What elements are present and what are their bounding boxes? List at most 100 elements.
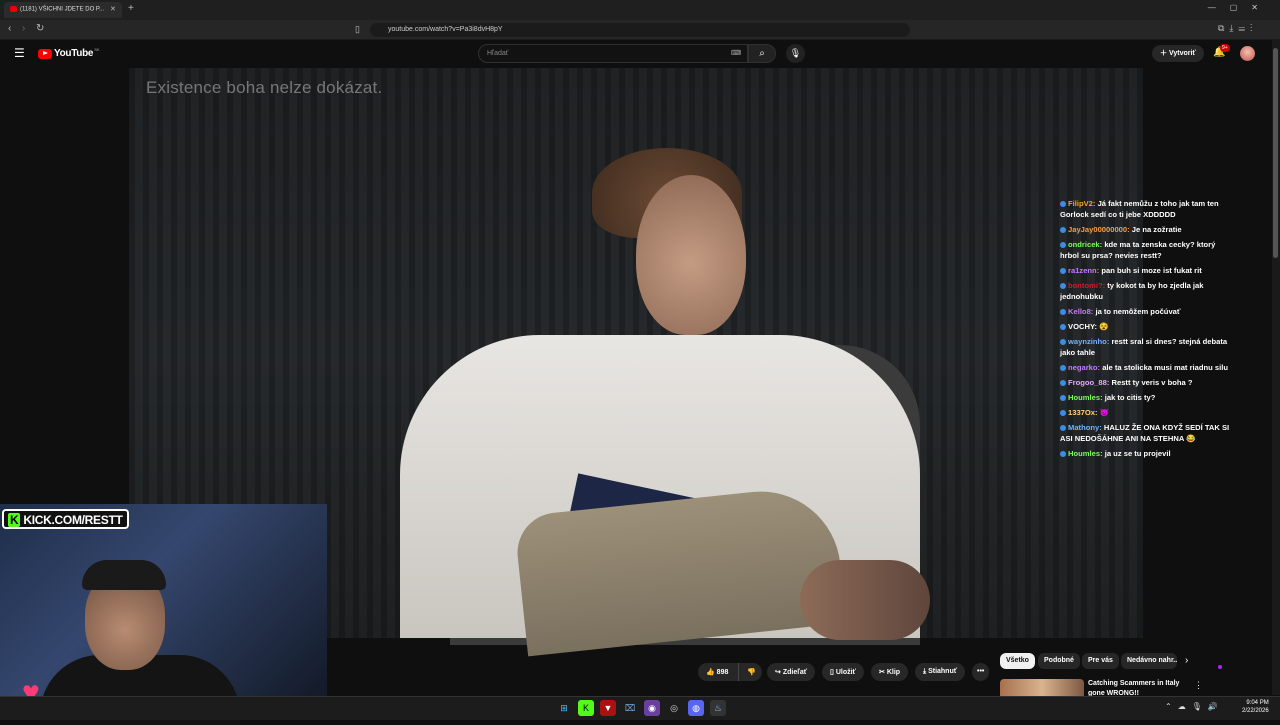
new-tab-button[interactable]: + xyxy=(128,3,134,14)
chip-all[interactable]: Všetko xyxy=(1000,653,1035,669)
youtube-country-code: SK xyxy=(94,47,100,52)
back-icon[interactable]: ‹ xyxy=(8,23,11,34)
video-frame-tattooed-arm xyxy=(800,560,930,640)
like-count: 898 xyxy=(716,669,729,676)
chat-text: ja uz se tu projevil xyxy=(1104,449,1171,458)
chat-username: Houmles: xyxy=(1068,393,1103,402)
search-input[interactable]: Hľadať xyxy=(478,44,748,63)
chat-badge-icon xyxy=(1060,324,1066,330)
chat-badge-icon xyxy=(1060,365,1066,371)
reload-icon[interactable]: ↻ xyxy=(36,23,44,34)
chat-text: jak to citis ty? xyxy=(1104,393,1156,402)
chat-username: ondricek: xyxy=(1068,240,1103,249)
browser-tab-bar xyxy=(0,0,1280,20)
steam-icon[interactable]: ♨ xyxy=(710,700,726,716)
chat-username: FilipV2: xyxy=(1068,199,1096,208)
share-label: Zdieľať xyxy=(782,669,808,676)
more-actions-button[interactable]: ••• xyxy=(972,663,990,681)
chip-recently-uploaded[interactable]: Nedávno nahr... xyxy=(1121,653,1177,669)
discord-icon[interactable]: ◍ xyxy=(688,700,704,716)
chrome-icon[interactable]: ◎ xyxy=(666,700,682,716)
system-tray[interactable]: ⌃☁🎙🔊 xyxy=(1165,702,1224,711)
chat-badge-icon xyxy=(1060,227,1066,233)
search-icon: ⌕ xyxy=(759,48,765,59)
create-button[interactable]: ＋ Vytvoriť xyxy=(1152,45,1204,62)
save-button[interactable]: ▯ Uložiť xyxy=(822,663,864,681)
obs-icon[interactable]: ◉ xyxy=(644,700,660,716)
chat-text: ale ta stolicka musi mat riadnu silu xyxy=(1102,363,1228,372)
chat-username: Mathony: xyxy=(1068,423,1102,432)
chat-badge-icon xyxy=(1060,410,1066,416)
chat-badge-icon xyxy=(1060,268,1066,274)
chat-message: bontomi?: ty kokot ta by ho zjedla jak j… xyxy=(1060,280,1230,302)
browser-extension-icons[interactable]: ⧉⤓☰⋮ xyxy=(1218,23,1257,34)
chat-text: Restt ty veris v boha ? xyxy=(1111,378,1193,387)
save-label: Uložiť xyxy=(835,669,856,676)
tab-title: (1181) VŠICHNI JDETE DO P... xyxy=(20,6,105,13)
chat-text: ja to nemôžem počúvať xyxy=(1095,307,1181,316)
scissors-icon: ✂ xyxy=(879,669,885,676)
chat-badge-icon xyxy=(1060,451,1066,457)
clock-date: 2/22/2026 xyxy=(1242,708,1269,714)
account-avatar[interactable] xyxy=(1240,46,1255,61)
chat-badge-icon xyxy=(1060,395,1066,401)
streamer-cap xyxy=(82,560,166,590)
chat-message: negarko: ale ta stolicka musi mat riadnu… xyxy=(1060,362,1230,373)
taskbar-clock[interactable]: 9:04 PM 2/22/2026 xyxy=(1242,699,1269,715)
forward-icon[interactable]: › xyxy=(22,23,25,34)
chat-message: JayJay00000000: Je na zožratie xyxy=(1060,224,1230,235)
chat-badge-icon xyxy=(1060,201,1066,207)
chat-message: 1337Ox: 😈 xyxy=(1060,407,1230,418)
chat-message: FilipV2: Já fakt nemůžu z toho jak tam t… xyxy=(1060,198,1230,220)
download-button[interactable]: ⤓ Stiahnuť xyxy=(915,663,966,681)
clip-button[interactable]: ✂ Klip xyxy=(871,663,909,681)
chat-message: VOCHY: 😵 xyxy=(1060,321,1230,332)
voice-search-button[interactable]: 🎙 xyxy=(786,44,805,63)
hamburger-menu-icon[interactable]: ☰ xyxy=(14,46,25,60)
chat-message: Houmles: jak to citis ty? xyxy=(1060,392,1230,403)
share-button[interactable]: ↪ Zdieľať xyxy=(767,663,816,681)
chip-related[interactable]: Podobné xyxy=(1038,653,1080,669)
youtube-favicon-icon xyxy=(10,6,17,12)
share-icon: ↪ xyxy=(775,669,781,676)
stream-chat-overlay: FilipV2: Já fakt nemůžu z toho jak tam t… xyxy=(1060,198,1230,463)
like-button[interactable]: 👍 898 xyxy=(698,663,738,681)
chat-badge-icon xyxy=(1060,283,1066,289)
address-bar[interactable]: youtube.com/watch?v=Pa3i8dvH8pY xyxy=(370,23,910,37)
more-vert-icon[interactable]: ⋮ xyxy=(1194,680,1203,691)
windows-taskbar xyxy=(0,696,1280,720)
chat-username: Kello8: xyxy=(1068,307,1094,316)
tab-close-icon[interactable]: ✕ xyxy=(110,5,116,13)
chevron-right-icon[interactable]: › xyxy=(1185,655,1188,666)
chat-badge-icon xyxy=(1060,339,1066,345)
youtube-logo-text: YouTube xyxy=(54,48,94,59)
chat-message: Frogoo_88: Restt ty veris v boha ? xyxy=(1060,377,1230,388)
clip-label: Klip xyxy=(886,669,901,676)
brave-browser-icon[interactable]: ▼ xyxy=(600,700,616,716)
chat-message: waynzinho: restt sral si dnes? stejná de… xyxy=(1060,336,1230,358)
chat-text: 😵 xyxy=(1099,322,1109,331)
chat-username: Frogoo_88: xyxy=(1068,378,1110,387)
xbox-icon[interactable]: ⌧ xyxy=(622,700,638,716)
chat-text: Je na zožratie xyxy=(1131,225,1182,234)
kick-logo-icon: K xyxy=(8,513,21,527)
thumbs-up-icon: 👍 xyxy=(706,669,715,676)
kick-channel-banner: K KICK.COM/RESTT xyxy=(2,509,129,529)
dislike-button[interactable]: 👎 xyxy=(738,663,762,681)
windows-start-icon[interactable]: ⊞ xyxy=(556,700,572,716)
kick-app-icon[interactable]: K xyxy=(578,700,594,716)
chip-for-you[interactable]: Pre vás xyxy=(1082,653,1119,669)
chat-message: ra1zenn: pan buh si moze ist fukat rit xyxy=(1060,265,1230,276)
chat-badge-icon xyxy=(1060,425,1066,431)
kick-channel-url: KICK.COM/RESTT xyxy=(23,513,123,527)
browser-tab[interactable]: (1181) VŠICHNI JDETE DO P... xyxy=(4,2,122,18)
video-subtitle: Existence boha nelze dokázat. xyxy=(146,78,383,97)
chat-username: VOCHY: xyxy=(1068,322,1097,331)
chat-message: Mathony: HALUZ ŽE ONA KDYŽ SEDÍ TAK SI A… xyxy=(1060,422,1230,444)
search-button[interactable]: ⌕ xyxy=(748,44,776,63)
keyboard-icon[interactable]: ⌨ xyxy=(731,49,741,57)
scrollbar-thumb[interactable] xyxy=(1273,48,1278,258)
youtube-logo[interactable]: YouTube SK xyxy=(38,47,100,59)
bookmark-icon[interactable]: ▯ xyxy=(355,24,360,35)
window-controls[interactable]: —▢✕ xyxy=(1208,3,1272,12)
